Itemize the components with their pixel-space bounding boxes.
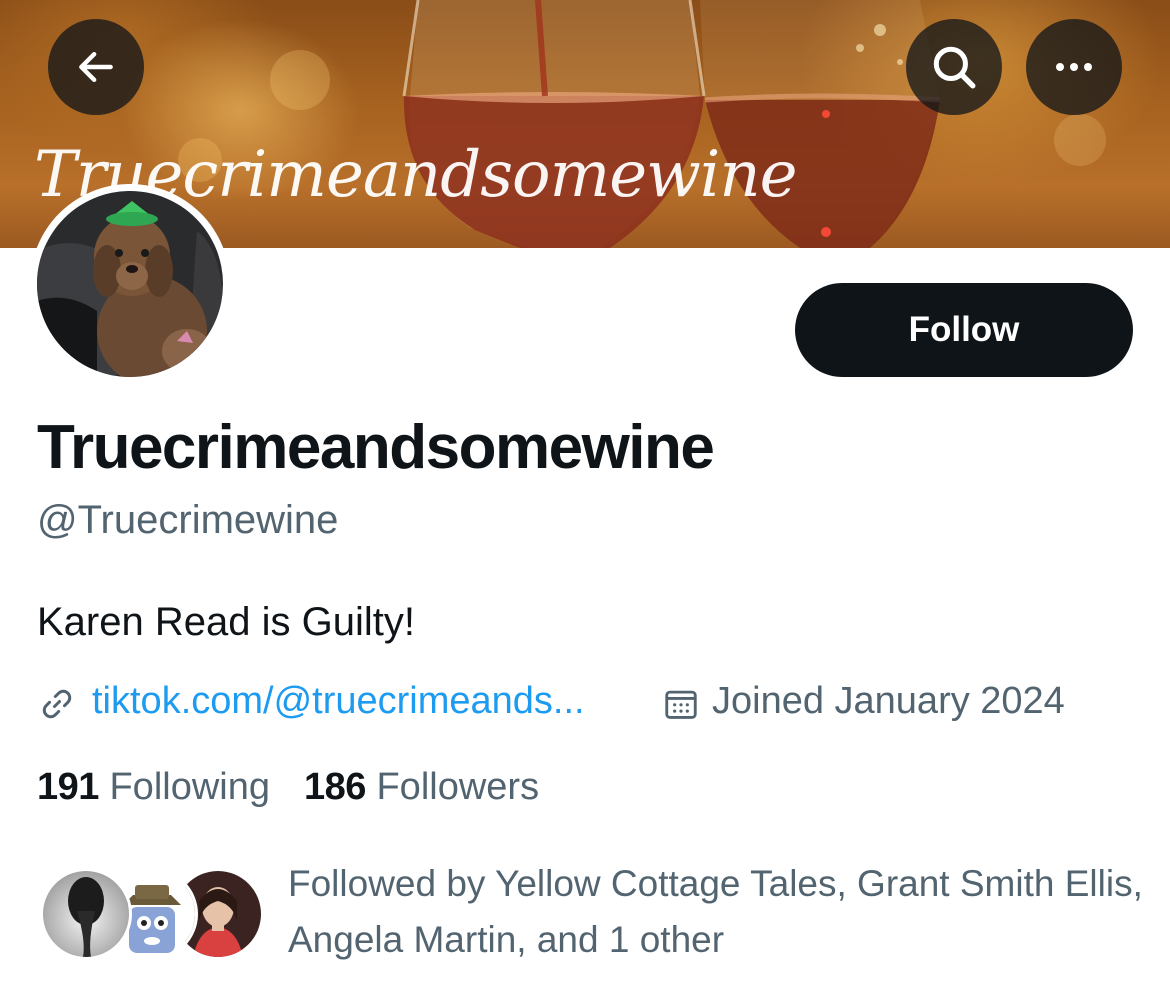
- link-icon: [42, 689, 72, 719]
- follower-avatar-1: [40, 868, 132, 960]
- followers-label: Followers: [376, 766, 540, 808]
- followers-stat[interactable]: 186 Followers: [304, 766, 539, 809]
- more-options-button[interactable]: [1026, 19, 1122, 115]
- calendar-icon: [665, 690, 697, 719]
- display-name: Truecrimeandsomewine: [37, 413, 715, 482]
- profile-website-link[interactable]: tiktok.com/@truecrimeands...: [92, 680, 585, 723]
- following-stat[interactable]: 191 Following: [37, 766, 270, 809]
- search-icon: [933, 46, 976, 89]
- following-count: 191: [37, 766, 99, 808]
- follow-button[interactable]: Follow: [795, 283, 1133, 377]
- back-button[interactable]: [48, 19, 144, 115]
- following-label: Following: [109, 766, 270, 808]
- arrow-left-icon: [79, 51, 113, 83]
- followers-count: 186: [304, 766, 366, 808]
- search-button[interactable]: [906, 19, 1002, 115]
- followed-by-text[interactable]: Followed by Yellow Cottage Tales, Grant …: [288, 856, 1148, 968]
- avatar-dog-photo: [37, 191, 223, 377]
- profile-bio: Karen Read is Guilty!: [37, 600, 415, 644]
- more-horizontal-icon: [1056, 63, 1092, 71]
- user-handle: @Truecrimewine: [37, 498, 339, 542]
- joined-date: Joined January 2024: [712, 680, 1065, 722]
- profile-avatar[interactable]: [30, 184, 230, 384]
